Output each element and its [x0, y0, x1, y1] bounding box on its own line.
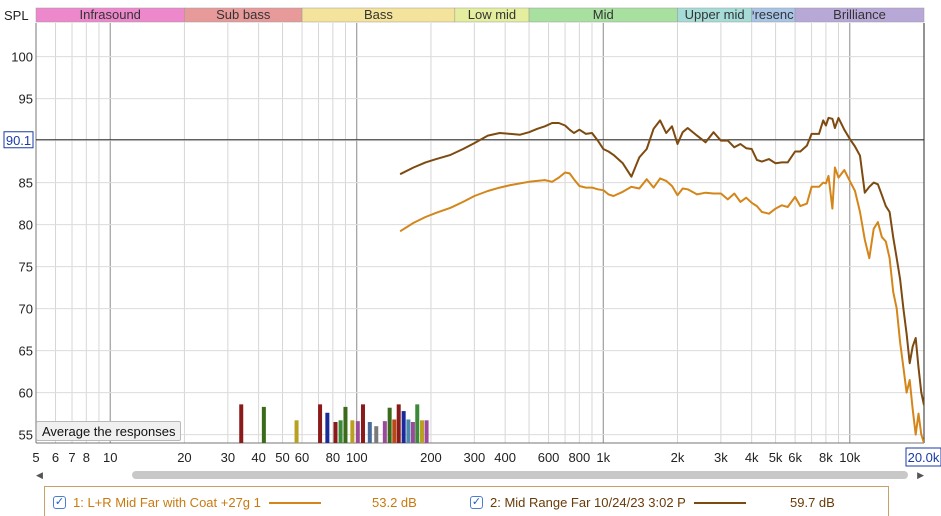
legend-panel: ✓ 1: L+R Mid Far with Coat +27g 1 53.2 d…: [44, 486, 889, 516]
x-tick-label: 600: [538, 450, 560, 465]
rta-bar: [410, 422, 415, 443]
rta-bar: [333, 422, 338, 443]
rta-bar: [396, 404, 401, 443]
rta-bar: [294, 420, 299, 443]
cursor-y-label: 90.1: [6, 133, 31, 148]
rta-bar: [424, 420, 429, 443]
legend-line-1: [268, 501, 321, 504]
rta-bar: [401, 411, 406, 443]
y-tick-label: 60: [19, 386, 33, 401]
legend-value-1: 53.2 dB: [372, 495, 417, 510]
legend-line-2: [693, 501, 746, 504]
y-tick-label: 95: [19, 92, 33, 107]
rta-bar: [239, 404, 244, 443]
rta-bar: [387, 407, 392, 443]
x-tick-label: 400: [494, 450, 516, 465]
legend-checkbox-2[interactable]: ✓: [470, 496, 483, 509]
x-tick-label: 6k: [788, 450, 802, 465]
rta-bar: [374, 426, 379, 443]
rta-bar: [420, 420, 425, 443]
cursor-x-label: 20.0k: [908, 450, 940, 465]
band-label-7: Brilliance: [833, 7, 886, 22]
rta-bar: [318, 404, 323, 443]
rta-bar: [261, 406, 266, 443]
x-tick-label: 30: [221, 450, 235, 465]
x-tick-label: 50: [275, 450, 289, 465]
rta-bar: [360, 404, 365, 443]
x-tick-label: 800: [569, 450, 591, 465]
x-tick-label: 2k: [671, 450, 685, 465]
legend-label-1: 1: L+R Mid Far with Coat +27g 1: [73, 495, 261, 510]
band-label-2: Bass: [364, 7, 393, 22]
x-tick-label: 100: [346, 450, 368, 465]
x-tick-label: 4k: [745, 450, 759, 465]
legend-value-2: 59.7 dB: [790, 495, 835, 510]
rta-bar: [343, 406, 348, 443]
y-tick-label: 80: [19, 218, 33, 233]
scroll-left-icon[interactable]: ◀: [36, 468, 43, 482]
y-tick-label: 75: [19, 260, 33, 275]
y-tick-label: 85: [19, 176, 33, 191]
rta-bar: [382, 421, 387, 443]
average-responses-button[interactable]: Average the responses: [36, 421, 182, 441]
y-axis-title: SPL: [4, 8, 29, 23]
legend-label-2: 2: Mid Range Far 10/24/23 3:02 P: [490, 495, 686, 510]
legend-item-1[interactable]: ✓ 1: L+R Mid Far with Coat +27g 1: [53, 495, 321, 510]
x-tick-label: 6: [52, 450, 59, 465]
rta-bar: [355, 421, 360, 443]
rta-bar: [350, 420, 355, 443]
x-tick-label: 8: [83, 450, 90, 465]
x-tick-label: 60: [295, 450, 309, 465]
x-tick-label: 20: [177, 450, 191, 465]
x-tick-label: 10: [103, 450, 117, 465]
legend-checkbox-1[interactable]: ✓: [53, 496, 66, 509]
x-tick-label: 80: [326, 450, 340, 465]
horizontal-scrollbar[interactable]: ◀ ▶: [36, 468, 924, 482]
scroll-right-icon[interactable]: ▶: [917, 468, 924, 482]
rta-bar: [415, 404, 420, 443]
y-tick-label: 70: [19, 302, 33, 317]
legend-item-2[interactable]: ✓ 2: Mid Range Far 10/24/23 3:02 P: [470, 495, 746, 510]
rta-bar: [325, 412, 330, 443]
x-tick-label: 40: [251, 450, 265, 465]
rta-bar: [406, 419, 411, 443]
rta-bar: [392, 419, 397, 443]
x-tick-label: 3k: [714, 450, 728, 465]
x-tick-label: 300: [464, 450, 486, 465]
x-tick-label: 8k: [819, 450, 833, 465]
x-tick-label: 200: [420, 450, 442, 465]
x-tick-label: 7: [68, 450, 75, 465]
band-label-0: Infrasound: [79, 7, 140, 22]
x-tick-label: 10k: [839, 450, 860, 465]
band-label-4: Mid: [593, 7, 614, 22]
y-tick-label: 100: [11, 50, 33, 65]
x-tick-label: 5: [32, 450, 39, 465]
band-label-1: Sub bass: [216, 7, 271, 22]
y-tick-label: 65: [19, 344, 33, 359]
x-tick-label: 1k: [596, 450, 610, 465]
plot-area: [36, 23, 924, 443]
scroll-thumb[interactable]: [132, 471, 908, 479]
rta-bar: [367, 422, 372, 443]
y-tick-label: 55: [19, 428, 33, 443]
band-label-6: Presence: [746, 7, 801, 22]
x-tick-label: 5k: [769, 450, 783, 465]
rta-bar: [338, 420, 343, 443]
band-label-5: Upper mid: [685, 7, 745, 22]
band-label-3: Low mid: [468, 7, 516, 22]
